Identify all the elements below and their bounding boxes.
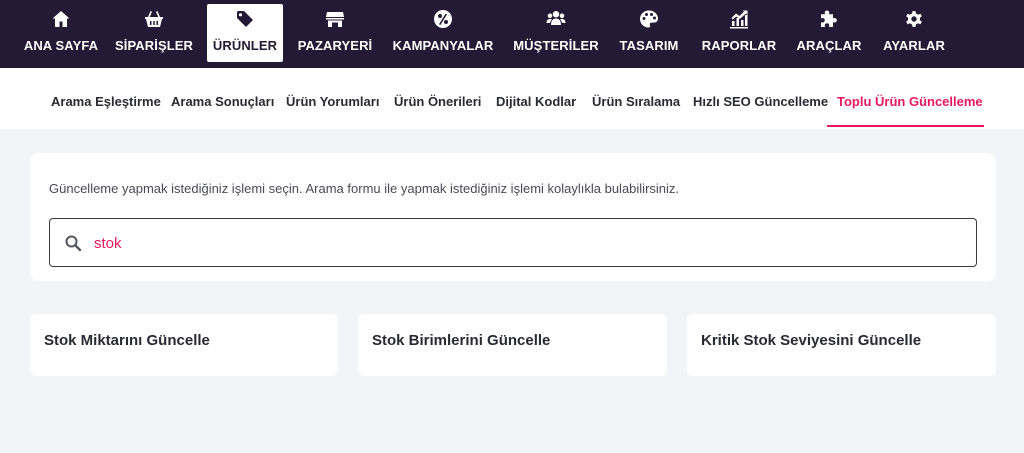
nav-item-musteriler[interactable]: MÜŞTERİLER xyxy=(513,4,599,62)
nav-label: ANA SAYFA xyxy=(23,38,99,53)
home-icon xyxy=(51,8,71,30)
palette-icon xyxy=(639,8,659,30)
search-card: Güncelleme yapmak istediğiniz işlemi seç… xyxy=(30,153,996,281)
gear-icon xyxy=(904,8,924,30)
sub-navigation: Arama Eşleştirme Arama Sonuçları Ürün Yo… xyxy=(0,68,1024,129)
puzzle-icon xyxy=(819,8,839,30)
nav-item-ayarlar[interactable]: AYARLAR xyxy=(880,4,948,62)
nav-item-siparisler[interactable]: SİPARİŞLER xyxy=(114,4,194,62)
search-icon xyxy=(65,235,82,252)
subnav-item-dijital-kodlar[interactable]: Dijital Kodlar xyxy=(496,94,576,109)
subnav-item-arama-eslestirme[interactable]: Arama Eşleştirme xyxy=(51,94,161,109)
subnav-item-urun-yorumlari[interactable]: Ürün Yorumları xyxy=(286,94,379,109)
subnav-item-toplu-urun-guncelleme[interactable]: Toplu Ürün Güncelleme xyxy=(837,94,983,109)
nav-item-tasarim[interactable]: TASARIM xyxy=(616,4,682,62)
nav-label: PAZARYERİ xyxy=(297,38,373,53)
users-icon xyxy=(546,8,566,30)
result-card-stok-miktari[interactable]: Stok Miktarını Güncelle xyxy=(30,314,338,376)
result-card-kritik-stok[interactable]: Kritik Stok Seviyesini Güncelle xyxy=(687,314,996,376)
nav-label: ÜRÜNLER xyxy=(212,38,278,53)
nav-item-urunler[interactable]: ÜRÜNLER xyxy=(207,4,283,62)
search-box[interactable] xyxy=(49,218,977,267)
subnav-item-arama-sonuclari[interactable]: Arama Sonuçları xyxy=(171,94,274,109)
nav-label: RAPORLAR xyxy=(701,38,777,53)
nav-item-pazaryeri[interactable]: PAZARYERİ xyxy=(294,4,376,62)
subnav-item-hizli-seo[interactable]: Hızlı SEO Güncelleme xyxy=(693,94,828,109)
nav-label: MÜŞTERİLER xyxy=(513,38,599,53)
nav-label: TASARIM xyxy=(619,38,679,53)
result-card-label: Stok Birimlerini Güncelle xyxy=(372,332,551,349)
subnav-item-urun-onerileri[interactable]: Ürün Önerileri xyxy=(394,94,481,109)
subnav-item-urun-siralama[interactable]: Ürün Sıralama xyxy=(592,94,680,109)
nav-item-araclar[interactable]: ARAÇLAR xyxy=(794,4,864,62)
basket-icon xyxy=(144,8,164,30)
nav-label: ARAÇLAR xyxy=(796,38,862,53)
tag-icon xyxy=(235,8,255,30)
nav-item-raporlar[interactable]: RAPORLAR xyxy=(700,4,778,62)
chart-icon xyxy=(729,8,749,30)
nav-label: KAMPANYALAR xyxy=(392,38,494,53)
nav-item-ana-sayfa[interactable]: ANA SAYFA xyxy=(18,4,104,62)
nav-label: SİPARİŞLER xyxy=(114,38,194,53)
result-card-label: Kritik Stok Seviyesini Güncelle xyxy=(701,332,922,349)
result-card-label: Stok Miktarını Güncelle xyxy=(44,332,210,349)
nav-item-kampanyalar[interactable]: KAMPANYALAR xyxy=(392,4,494,62)
percent-icon xyxy=(433,8,453,30)
search-input[interactable] xyxy=(94,231,954,255)
active-tab-underline xyxy=(827,125,984,127)
top-navigation: ANA SAYFA SİPARİŞLER ÜRÜNLER PAZARYERİ K… xyxy=(0,0,1024,68)
nav-label: AYARLAR xyxy=(883,38,945,53)
result-card-stok-birimleri[interactable]: Stok Birimlerini Güncelle xyxy=(358,314,667,376)
search-description: Güncelleme yapmak istediğiniz işlemi seç… xyxy=(49,181,680,196)
store-icon xyxy=(325,8,345,30)
